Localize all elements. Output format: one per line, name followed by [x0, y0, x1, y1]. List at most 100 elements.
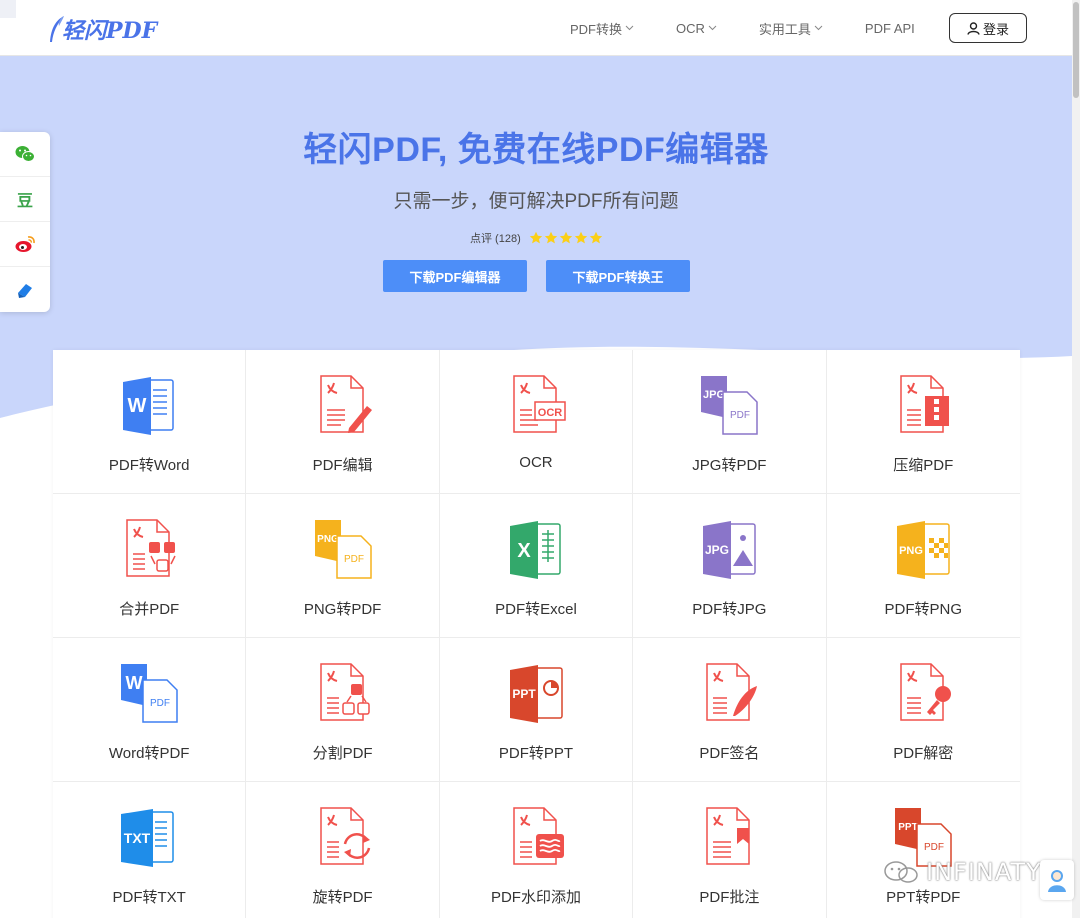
tool-label: PDF转Excel [495, 601, 577, 618]
icon-text: PNG [899, 545, 923, 557]
tool-sign-pdf[interactable]: PDF签名 [633, 638, 827, 782]
tool-label: PDF转Word [108, 457, 190, 474]
user-icon [967, 21, 980, 35]
nav-label: PDF转换 [570, 21, 623, 37]
share-other[interactable] [0, 267, 50, 312]
png-icon: PNG [897, 521, 950, 579]
tool-label: PDF转PPT [498, 745, 574, 762]
top-navbar: 轻闪PDF PDF转换 OCR 实用工具 PDF API 登录 [0, 0, 1080, 56]
nav-pdf-api[interactable]: PDF API [865, 21, 915, 36]
star-icon [544, 231, 557, 244]
tool-label: 合并PDF [119, 601, 180, 618]
tool-label: PPT转PDF [886, 889, 961, 906]
tool-label: PDF解密 [893, 745, 954, 762]
scrollbar-thumb[interactable] [1073, 2, 1079, 98]
tool-pdf-to-word[interactable]: W PDF转Word [53, 350, 247, 494]
tool-pdf-to-ppt[interactable]: PPT PDF转PPT [439, 638, 634, 782]
excel-icon: X [509, 521, 561, 579]
wechat-icon [15, 146, 35, 162]
tool-pdf-edit[interactable]: PDF编辑 [246, 350, 440, 494]
word-to-pdf-icon: W PDF [121, 664, 178, 723]
icon-text: JPG [705, 543, 729, 557]
tool-jpg-to-pdf[interactable]: JPG PDF JPG转PDF [633, 350, 827, 494]
ppt-icon: PPT [509, 665, 563, 723]
tool-rotate-pdf[interactable]: 旋转PDF [246, 782, 440, 918]
nav-ocr[interactable]: OCR [676, 21, 717, 36]
chevron-down-icon [814, 25, 823, 31]
login-button[interactable]: 登录 [949, 13, 1027, 43]
tool-label: Word转PDF [108, 745, 190, 762]
icon-text: PDF [730, 410, 750, 421]
star-icon [559, 231, 572, 244]
icon-text: PDF [150, 698, 170, 709]
annotate-pdf-icon [706, 807, 751, 865]
share-weibo[interactable] [0, 222, 50, 267]
page-scrollbar[interactable] [1072, 0, 1080, 918]
tool-annotate-pdf[interactable]: PDF批注 [633, 782, 827, 918]
txt-icon: TXT [121, 809, 174, 867]
nav-label: PDF API [864, 20, 915, 36]
star-icon [574, 231, 587, 244]
watermark: INFINATY [882, 858, 1042, 886]
download-editor-button[interactable]: 下载PDF编辑器 [383, 260, 527, 292]
icon-text: X [517, 540, 531, 562]
icon-text: TXT [124, 830, 151, 846]
tool-watermark-pdf[interactable]: PDF水印添加 [440, 782, 634, 918]
tool-label: PDF编辑 [312, 457, 373, 474]
tool-pdf-to-png[interactable]: PNG PDF转PNG [826, 494, 1020, 638]
tool-label: 分割PDF [312, 745, 373, 762]
watermark-text: INFINATY [926, 858, 1042, 886]
icon-text: PDF [924, 842, 944, 853]
tool-word-to-pdf[interactable]: W PDF Word转PDF [53, 638, 247, 782]
merge-pdf-icon [126, 519, 176, 577]
share-douban[interactable]: 豆 [0, 177, 50, 222]
avatar-icon [1048, 870, 1066, 892]
nav-label: OCR [676, 20, 705, 36]
compress-pdf-icon [900, 375, 950, 433]
logo-text: 轻闪PDF [62, 18, 158, 44]
word-icon: W [123, 377, 174, 435]
tool-label: JPG转PDF [692, 457, 767, 474]
download-converter-button[interactable]: 下载PDF转换王 [546, 260, 690, 292]
rotate-pdf-icon [319, 807, 370, 865]
tool-pdf-to-jpg[interactable]: JPG PDF转JPG [633, 494, 827, 638]
icon-text: W [128, 395, 147, 417]
icon-text: PPT [512, 687, 536, 701]
tool-png-to-pdf[interactable]: PNG PDF PNG转PDF [246, 494, 440, 638]
tool-compress-pdf[interactable]: 压缩PDF [826, 350, 1020, 494]
tool-label: PDF签名 [699, 745, 760, 762]
tool-label: 压缩PDF [893, 457, 954, 474]
pdf-edit-icon [319, 375, 372, 433]
split-pdf-icon [319, 663, 370, 721]
tool-label: 旋转PDF [312, 889, 373, 906]
watermark-pdf-icon [513, 807, 564, 865]
tool-pdf-to-txt[interactable]: TXT PDF转TXT [53, 782, 247, 918]
share-icon [18, 283, 32, 298]
tools-grid: W PDF转Word PDF编辑 OCR OCR JPG PDF JPG转PDF… [53, 350, 1020, 918]
tool-merge-pdf[interactable]: 合并PDF [53, 494, 247, 638]
nav-label: 实用工具 [758, 21, 811, 37]
icon-text: OCR [538, 407, 563, 419]
icon-text: PPT [899, 822, 918, 833]
tool-label: PDF转JPG [692, 601, 767, 618]
login-label: 登录 [982, 21, 1009, 37]
tool-pdf-to-excel[interactable]: X PDF转Excel [439, 494, 634, 638]
png-to-pdf-icon: PNG PDF [314, 520, 372, 579]
tool-ppt-to-pdf[interactable]: PPT PDF PPT转PDF [827, 782, 1020, 918]
share-wechat[interactable] [0, 132, 50, 177]
tool-split-pdf[interactable]: 分割PDF [246, 638, 440, 782]
tool-label: PDF转TXT [112, 889, 186, 906]
rating-stars [529, 231, 604, 245]
tool-unlock-pdf[interactable]: PDF解密 [826, 638, 1020, 782]
star-icon [589, 231, 602, 244]
tool-ocr[interactable]: OCR OCR [439, 350, 634, 494]
unlock-pdf-icon [900, 663, 952, 721]
star-icon [529, 231, 542, 244]
douban-icon: 豆 [16, 193, 33, 210]
tool-label: PDF水印添加 [490, 889, 581, 906]
nav-pdf-convert[interactable]: PDF转换 [570, 19, 634, 38]
nav-tools[interactable]: 实用工具 [759, 19, 823, 38]
weibo-icon [15, 236, 35, 252]
site-logo[interactable]: 轻闪PDF [46, 12, 157, 46]
customer-service-button[interactable] [1040, 860, 1074, 900]
